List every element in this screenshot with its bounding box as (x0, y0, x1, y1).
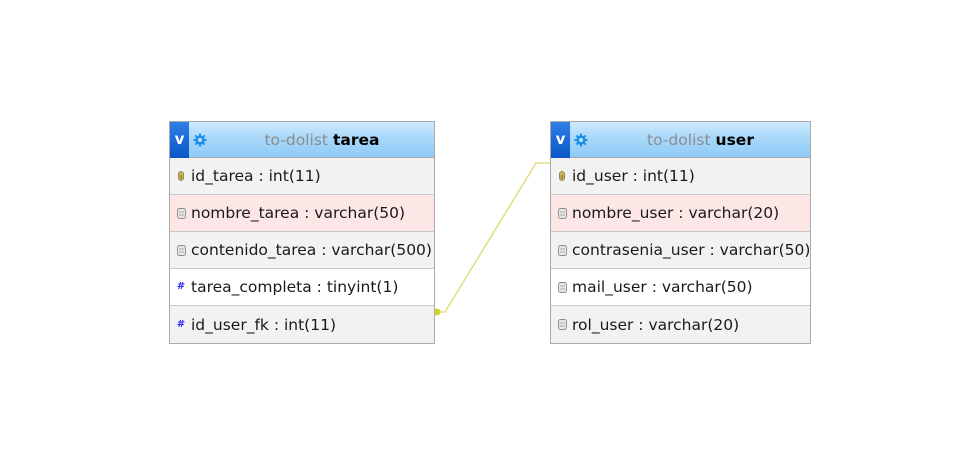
table-title: to-dolist user (591, 122, 810, 158)
field-row[interactable]: contrasenia_user : varchar(50) (551, 232, 810, 269)
table-name: tarea (333, 131, 380, 149)
table-header[interactable]: v to-dolist user (551, 122, 810, 158)
field-icon (557, 280, 567, 294)
field-label: nombre_user : varchar(20) (572, 204, 780, 222)
key-icon (176, 169, 186, 183)
field-label: id_user_fk : int(11) (191, 315, 336, 334)
relation-connector (433, 162, 550, 316)
table-user[interactable]: v to-dolist user id_user: int(11) nombr… (550, 121, 811, 344)
field-label: contenido_tarea : varchar(500) (191, 241, 432, 259)
field-icon (176, 243, 186, 257)
field-icon (557, 318, 567, 332)
database-name: to-dolist (264, 131, 329, 149)
field-row[interactable]: id_user : int(11) (551, 158, 810, 195)
field-icon (557, 243, 567, 257)
field-row[interactable]: nombre_user : varchar(20) (551, 195, 810, 232)
view-badge[interactable]: v (170, 122, 189, 158)
designer-canvas: v to-dolist tarea id_tarea: int(11) nom… (0, 0, 964, 464)
numeric-icon: # (176, 281, 186, 292)
table-tarea[interactable]: v to-dolist tarea id_tarea: int(11) nom… (169, 121, 435, 344)
gear-icon[interactable] (574, 133, 588, 147)
field-row[interactable]: # tarea_completa : tinyint(1) (170, 269, 434, 306)
field-label: tarea_completa : tinyint(1) (191, 278, 399, 296)
field-label: mail_user : varchar(50) (572, 278, 753, 296)
field-label: id_user : int(11) (572, 167, 695, 185)
field-label: contrasenia_user : varchar(50) (572, 241, 811, 259)
field-icon (176, 206, 186, 220)
field-row[interactable]: nombre_tarea : varchar(50) (170, 195, 434, 232)
field-label: rol_user : varchar(20) (572, 315, 740, 334)
field-label: nombre_tarea : varchar(50) (191, 204, 406, 222)
database-name: to-dolist (647, 131, 711, 149)
field-row[interactable]: contenido_tarea : varchar(500) (170, 232, 434, 269)
key-icon (557, 169, 567, 183)
relation-line (436, 162, 550, 313)
field-label: id_tarea : int(11) (191, 167, 321, 185)
numeric-icon: # (176, 318, 186, 330)
field-icon (557, 206, 567, 220)
table-title: to-dolist tarea (210, 122, 434, 158)
field-row[interactable]: id_tarea : int(11) (170, 158, 434, 195)
gear-icon[interactable] (193, 133, 207, 147)
table-name: user (715, 131, 754, 149)
table-header[interactable]: v to-dolist tarea (170, 122, 434, 158)
field-row[interactable]: mail_user : varchar(50) (551, 269, 810, 306)
view-badge[interactable]: v (551, 122, 570, 158)
field-row[interactable]: rol_user : varchar(20) (551, 306, 810, 343)
field-row[interactable]: # id_user_fk : int(11) (170, 306, 434, 343)
